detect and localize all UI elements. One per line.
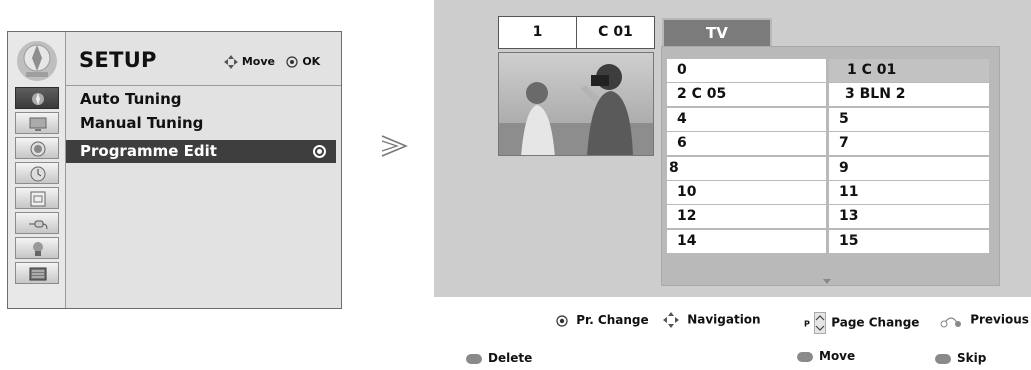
- ok-icon: [556, 314, 568, 327]
- current-programme-box: 1 C 01: [498, 16, 655, 49]
- sidebar-item-option[interactable]: [14, 187, 59, 209]
- menu-item-label: Programme Edit: [80, 142, 217, 160]
- legend-page-change-label: Page Change: [831, 315, 920, 330]
- sidebar-item-setup[interactable]: [14, 87, 59, 109]
- channel-cell[interactable]: 5: [829, 108, 989, 131]
- channel-cell[interactable]: 9: [829, 157, 989, 180]
- legend-delete-label: Delete: [488, 351, 533, 365]
- channel-cell[interactable]: 6: [667, 132, 826, 155]
- hint-move-label: Move: [241, 55, 275, 68]
- previous-icon: [940, 317, 961, 328]
- menu-item-label: Manual Tuning: [80, 114, 204, 132]
- legend-pr-change-label: Pr. Change: [576, 313, 649, 327]
- legend-skip-label: Skip: [957, 351, 987, 365]
- menu-item-auto-tuning[interactable]: Auto Tuning: [66, 88, 336, 111]
- menu-item-label: Auto Tuning: [80, 90, 182, 108]
- legend-previous-label: Previous: [970, 312, 1029, 327]
- setup-title: SETUP: [79, 48, 157, 72]
- sidebar-item-lock[interactable]: [14, 237, 59, 259]
- lock-icon: [32, 242, 43, 256]
- setup-main-icon: [17, 41, 57, 81]
- option-icon: [30, 191, 45, 207]
- legend-delete: Delete: [466, 351, 532, 365]
- skip-color-key-icon: [935, 353, 951, 364]
- channel-cell[interactable]: 15: [829, 230, 989, 253]
- hint-ok-label: OK: [302, 55, 321, 68]
- sidebar-item-time[interactable]: [14, 162, 59, 184]
- menu-hint: Move OK: [224, 55, 320, 69]
- audio-icon: [30, 141, 45, 157]
- current-channel: C 01: [598, 24, 633, 40]
- channel-cell[interactable]: 11: [829, 181, 989, 204]
- channel-cell[interactable]: 7: [829, 132, 989, 155]
- input-icon: [28, 220, 47, 230]
- double-chevron-right-icon: [381, 135, 408, 157]
- channel-cell[interactable]: 3 BLN 2: [829, 83, 989, 106]
- navigation-icon: [663, 312, 679, 328]
- legend-navigation-label: Navigation: [687, 312, 761, 327]
- scroll-down-icon[interactable]: [823, 279, 831, 284]
- picture-icon: [29, 117, 46, 131]
- channel-cell[interactable]: 0: [667, 59, 826, 82]
- tab-tv[interactable]: TV: [662, 18, 772, 48]
- channel-cell[interactable]: 8: [667, 157, 826, 180]
- usb-icon: [29, 267, 46, 281]
- programme-preview-image: [498, 52, 654, 156]
- channel-cell[interactable]: 14: [667, 230, 826, 253]
- legend-navigation: Navigation: [663, 312, 761, 328]
- title-divider: [66, 85, 341, 86]
- ok-icon: [286, 56, 299, 68]
- current-pr-number: 1: [499, 17, 577, 48]
- channel-cell[interactable]: 12: [667, 205, 826, 228]
- menu-icon-column: [8, 32, 66, 308]
- sidebar-item-picture[interactable]: [14, 112, 59, 134]
- sidebar-item-input[interactable]: [14, 212, 59, 234]
- move-icon: [224, 55, 238, 69]
- legend-page-change: P Page Change: [804, 312, 919, 334]
- legend-previous: Previous: [940, 312, 1029, 328]
- preview-picture: [499, 53, 653, 155]
- sidebar-item-usb[interactable]: [14, 262, 59, 284]
- legend-pr-change: Pr. Change: [556, 313, 649, 327]
- ok-select-icon: [313, 145, 326, 158]
- menu-item-programme-edit[interactable]: Programme Edit: [66, 140, 336, 163]
- menu-item-manual-tuning[interactable]: Manual Tuning: [66, 112, 336, 135]
- channel-cell[interactable]: 13: [829, 205, 989, 228]
- sidebar-item-audio[interactable]: [14, 137, 59, 159]
- legend-move: Move: [797, 349, 855, 363]
- setup-menu: SETUP Move OK Auto Tuning Manual Tuning …: [7, 31, 342, 309]
- channel-cell[interactable]: 1 C 01: [829, 59, 989, 82]
- channel-cell[interactable]: 2 C 05: [667, 83, 826, 106]
- channel-cell[interactable]: 4: [667, 108, 826, 131]
- delete-color-key-icon: [466, 353, 482, 364]
- legend-skip: Skip: [935, 351, 986, 365]
- side-icon-list: [8, 84, 65, 284]
- channel-cell[interactable]: 10: [667, 181, 826, 204]
- page-up-down-icon: [814, 312, 827, 334]
- legend-move-label: Move: [819, 349, 856, 363]
- time-icon: [30, 166, 45, 182]
- page-prefix: P: [804, 319, 810, 329]
- move-color-key-icon: [797, 351, 813, 362]
- setup-icon: [31, 93, 44, 105]
